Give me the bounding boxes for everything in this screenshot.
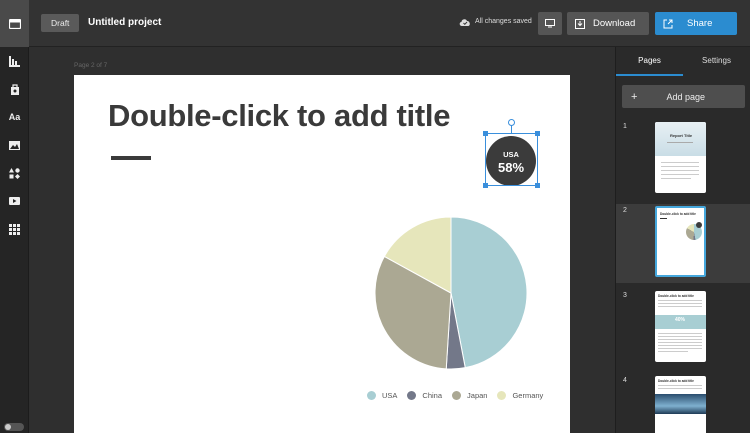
video-icon	[9, 197, 20, 205]
status-badge: Draft	[41, 14, 80, 32]
save-status-text: All changes saved	[475, 18, 532, 25]
page-number: 3	[623, 292, 627, 299]
left-toolbar: Aa	[0, 0, 29, 433]
page-thumb-row-4[interactable]: 4 Double-click to add title	[616, 374, 750, 433]
rotate-handle[interactable]	[508, 119, 515, 126]
app-window: Aa Draft Untitled project All changes sa…	[0, 0, 750, 433]
share-icon	[663, 19, 673, 28]
elements-icon	[10, 83, 19, 95]
shapes-icon	[9, 167, 20, 179]
download-icon	[575, 18, 585, 29]
projects-icon	[8, 18, 21, 29]
canvas-area: Page 2 of 7 Double-click to add title US…	[29, 47, 615, 433]
download-label: Download	[593, 18, 636, 29]
page-number: 4	[623, 377, 627, 384]
text-button[interactable]: Aa	[0, 103, 29, 131]
share-label: Share	[687, 18, 713, 29]
monitor-icon	[545, 19, 555, 28]
page-number: 2	[623, 207, 627, 214]
page-number: 1	[623, 123, 627, 130]
top-bar: Draft Untitled project All changes saved…	[29, 0, 750, 47]
present-button[interactable]	[538, 12, 562, 35]
page-indicator: Page 2 of 7	[74, 62, 108, 69]
resize-handle-tl[interactable]	[483, 131, 488, 136]
legend-swatch	[407, 391, 417, 400]
panel-tabs: Pages Settings	[616, 47, 750, 76]
tab-settings[interactable]: Settings	[683, 47, 750, 76]
page-thumb-row-3[interactable]: 3 Double-click to add title 40%	[616, 289, 750, 368]
rotate-line	[511, 125, 512, 133]
thumb-title: Report Title	[670, 133, 693, 138]
cloud-check-icon	[459, 19, 470, 26]
page-thumbnail: Report Title	[655, 122, 706, 193]
resize-handle-br[interactable]	[535, 183, 540, 188]
text-icon: Aa	[8, 112, 21, 122]
thumb-title: Double-click to add title	[658, 294, 694, 298]
project-name[interactable]: Untitled project	[88, 17, 161, 28]
resize-handle-bl[interactable]	[483, 183, 488, 188]
image-button[interactable]	[0, 131, 29, 159]
elements-button[interactable]	[0, 75, 29, 103]
pie-slice-usa[interactable]	[450, 216, 528, 369]
image-icon	[9, 140, 20, 150]
selection-box	[485, 133, 538, 186]
thumb-stat: 40%	[675, 317, 686, 323]
legend-label: USA	[382, 391, 398, 400]
pages-panel: Pages Settings + Add page 1 Report Title…	[615, 47, 750, 433]
charts-button[interactable]	[0, 47, 29, 75]
page-thumbnail: Double-click to add title 40%	[655, 291, 706, 362]
legend-item-usa: USA	[367, 391, 397, 400]
legend-item-germany: Germany	[497, 391, 543, 400]
chart-legend: USA China Japan Germany	[367, 391, 543, 400]
legend-label: China	[422, 391, 443, 400]
legend-swatch	[452, 391, 462, 400]
charts-icon	[9, 55, 20, 67]
save-status: All changes saved	[459, 17, 532, 26]
video-button[interactable]	[0, 187, 29, 215]
page-thumb-row-1[interactable]: 1 Report Title	[616, 120, 750, 199]
legend-label: Japan	[467, 391, 488, 400]
download-button[interactable]: Download	[567, 12, 649, 35]
legend-swatch	[497, 391, 507, 400]
resize-handle-tr[interactable]	[535, 131, 540, 136]
theme-toggle[interactable]	[4, 423, 24, 431]
page-thumbnail: Double-click to add title	[655, 376, 706, 433]
page-thumbnail-active: Double-click to add title	[655, 206, 706, 277]
legend-label: Germany	[512, 391, 544, 400]
plus-icon: +	[631, 90, 638, 103]
shapes-button[interactable]	[0, 159, 29, 187]
share-button[interactable]: Share	[655, 12, 737, 35]
legend-item-japan: Japan	[452, 391, 487, 400]
thumb-title: Double-click to add title	[658, 379, 694, 383]
add-page-label: Add page	[666, 91, 705, 102]
legend-item-china: China	[407, 391, 442, 400]
thumb-title: Double-click to add title	[660, 212, 696, 216]
pie-chart[interactable]	[74, 75, 570, 433]
apps-icon	[9, 223, 20, 235]
page-thumb-row-2[interactable]: 2 Double-click to add title	[616, 204, 750, 283]
projects-button[interactable]	[0, 0, 29, 47]
add-page-button[interactable]: + Add page	[622, 85, 745, 108]
slide-page[interactable]: Double-click to add title USA 58% USA Chi…	[74, 75, 570, 433]
legend-swatch	[367, 391, 376, 400]
tab-pages[interactable]: Pages	[616, 47, 683, 76]
apps-button[interactable]	[0, 215, 29, 243]
